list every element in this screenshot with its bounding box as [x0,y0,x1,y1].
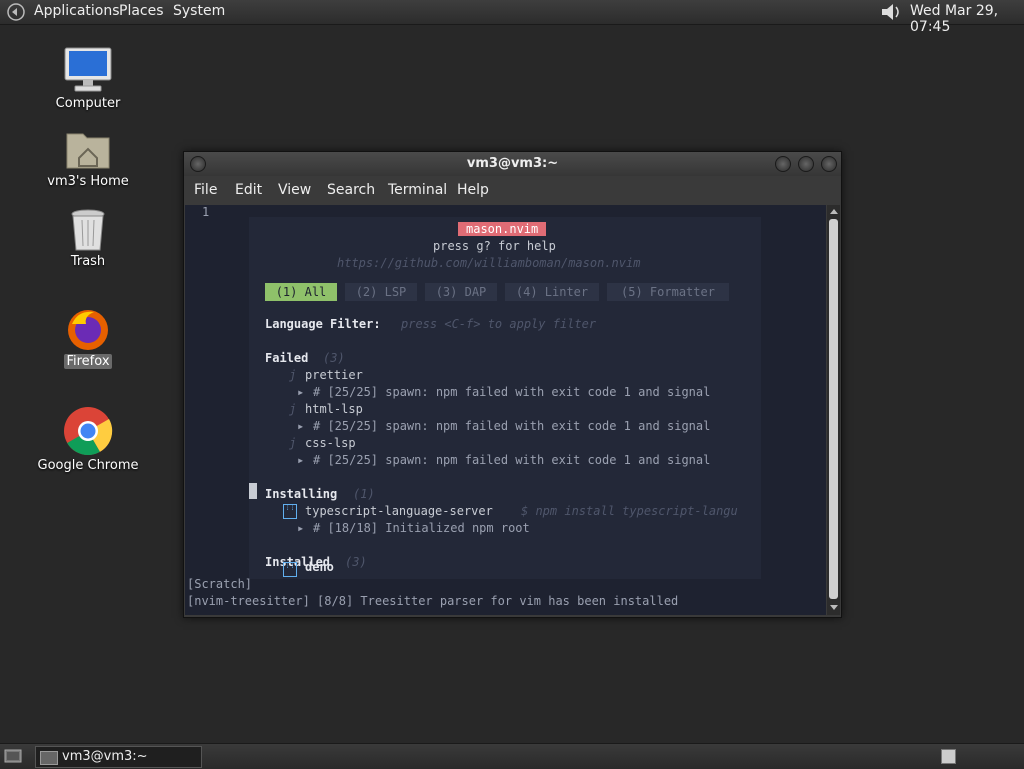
tab-all[interactable]: (1) All [265,283,337,301]
firefox-icon [68,310,108,350]
terminal-window: vm3@vm3:~ File Edit View Search Terminal… [183,151,842,618]
desktop-icon-trash[interactable]: Trash [33,208,143,269]
mason-help-text: press g? for help [433,239,556,253]
taskbar-item-label: vm3@vm3:~ [62,749,148,764]
mason-window[interactable]: mason.nvim press g? for help https://git… [249,217,761,579]
terminal-content[interactable]: 1 mason.nvim press g? for help https://g… [185,205,826,615]
gnome-foot-icon[interactable] [6,3,26,21]
desktop-icon-label: Firefox [64,354,112,369]
menu-places[interactable]: Places [119,3,164,19]
expand-icon[interactable]: ▸ [297,453,304,467]
scrollbar-thumb[interactable] [829,219,838,599]
bottom-panel: vm3@vm3:~ [0,743,1024,769]
installing-package-name[interactable]: typescript-language-server [305,504,493,518]
menu-applications[interactable]: Applications [34,3,120,19]
menu-search[interactable]: Search [327,182,375,198]
installing-count: (1) [353,487,375,501]
window-title: vm3@vm3:~ [466,156,559,171]
tab-dap[interactable]: (3) DAP [425,283,497,301]
language-filter-label: Language Filter: [265,317,381,331]
close-button[interactable] [821,156,837,172]
installed-count: (3) [345,555,367,569]
show-desktop-icon[interactable] [4,748,22,764]
installing-command: $ npm install typescript-langu [521,504,738,518]
failed-heading: Failed [265,351,309,365]
mason-url[interactable]: https://github.com/williamboman/mason.nv… [337,256,640,270]
failed-package-message: # [25/25] spawn: npm failed with exit co… [313,385,711,399]
desktop-icon-label: Google Chrome [37,458,139,473]
desktop-icon-label: Computer [55,96,121,111]
clock[interactable]: Wed Mar 29, 07:45 [910,3,1024,35]
failed-package-name[interactable]: css-lsp [305,436,356,450]
top-panel: Applications Places System Wed Mar 29, 0… [0,0,1024,35]
failed-package-name[interactable]: prettier [305,368,363,382]
computer-icon [64,47,112,92]
scratch-buffer-label: [Scratch] [187,577,253,591]
installing-message: # [18/18] Initialized npm root [313,521,530,535]
failed-package-name[interactable]: html-lsp [305,402,363,416]
menu-view[interactable]: View [278,182,311,198]
failed-icon: j [289,436,297,450]
failed-package-message: # [25/25] spawn: npm failed with exit co… [313,419,711,433]
installing-heading: Installing [265,487,338,501]
terminal-icon [40,751,58,765]
tab-linter[interactable]: (4) Linter [505,283,599,301]
workspace-switcher[interactable] [941,749,956,764]
taskbar-item-terminal[interactable]: vm3@vm3:~ [35,746,202,768]
scroll-up-icon[interactable] [830,209,838,214]
window-titlebar[interactable]: vm3@vm3:~ [184,152,841,176]
menu-system[interactable]: System [173,3,225,19]
failed-icon: j [289,402,297,416]
desktop-icon-home[interactable]: vm3's Home [33,128,143,189]
failed-icon: j [289,368,297,382]
scroll-down-icon[interactable] [830,605,838,610]
menu-help[interactable]: Help [457,182,489,198]
desktop-icon-firefox[interactable]: Firefox [33,306,143,369]
status-message: [nvim-treesitter] [8/8] Treesitter parse… [187,594,679,608]
desktop-icon-chrome[interactable]: Google Chrome [33,406,143,473]
language-filter-hint: press <C-f> to apply filter [401,317,597,331]
expand-icon[interactable]: ▸ [297,521,304,535]
minimize-button[interactable] [775,156,791,172]
chrome-icon [64,407,113,456]
tab-lsp[interactable]: (2) LSP [345,283,417,301]
desktop-icon-computer[interactable]: Computer [33,46,143,111]
line-number: 1 [202,205,210,219]
maximize-button[interactable] [798,156,814,172]
volume-icon[interactable] [879,2,903,22]
home-folder-icon [66,133,110,169]
window-menubar: File Edit View Search Terminal Help [184,176,841,204]
expand-icon[interactable]: ▸ [297,419,304,433]
package-icon: ⁞⁞ [283,562,297,577]
failed-package-message: # [25/25] spawn: npm failed with exit co… [313,453,711,467]
installed-package-name[interactable]: deno [305,560,334,574]
menu-edit[interactable]: Edit [235,182,262,198]
terminal-scrollbar[interactable] [827,205,840,615]
mason-title-badge: mason.nvim [458,222,547,236]
failed-count: (3) [323,351,345,365]
desktop-icon-label: vm3's Home [47,174,129,189]
menu-file[interactable]: File [194,182,217,198]
trash-icon [71,209,105,251]
cursor [249,483,257,499]
expand-icon[interactable]: ▸ [297,385,304,399]
package-icon: ⁞⁞ [283,504,297,519]
tab-formatter[interactable]: (5) Formatter [607,283,729,301]
desktop-icon-label: Trash [70,254,106,269]
menu-terminal[interactable]: Terminal [388,182,447,198]
